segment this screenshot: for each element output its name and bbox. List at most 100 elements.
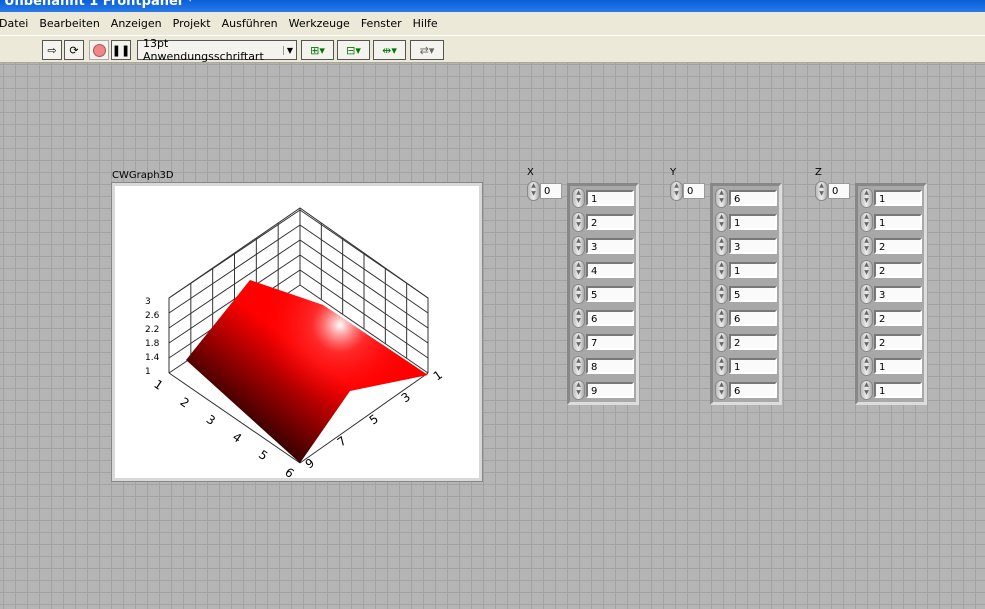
element-input[interactable]: 2 [874,310,922,326]
element-input[interactable]: 1 [874,382,922,398]
element-spinner[interactable]: ▲ ▼ [860,356,873,376]
menu-bar: Datei Bearbeiten Anzeigen Projekt Ausfüh… [0,12,985,36]
element-input[interactable]: 1 [586,190,634,206]
index-input[interactable]: 0 [683,183,705,199]
element-spinner[interactable]: ▲ ▼ [860,188,873,208]
z-tick-label: 1.4 [145,353,160,363]
run-arrow-icon[interactable]: ⇨ [42,40,62,60]
element-spinner[interactable]: ▲ ▼ [572,332,585,352]
element-input[interactable]: 2 [874,334,922,350]
element-input[interactable]: 3 [586,238,634,254]
index-spinner[interactable]: ▲ ▼ [815,181,828,201]
array-element: ▲ ▼ 1 [860,188,922,208]
element-spinner[interactable]: ▲ ▼ [572,308,585,328]
element-spinner[interactable]: ▲ ▼ [715,308,728,328]
element-input[interactable]: 5 [586,286,634,302]
element-spinner[interactable]: ▲ ▼ [860,380,873,400]
element-spinner[interactable]: ▲ ▼ [715,356,728,376]
array-index: ▲ ▼ 0 [670,181,705,201]
element-input[interactable]: 2 [874,262,922,278]
element-spinner[interactable]: ▲ ▼ [860,236,873,256]
array-element: ▲ ▼ 2 [572,212,634,232]
array-element: ▲ ▼ 1 [715,212,777,232]
element-spinner[interactable]: ▲ ▼ [860,284,873,304]
array-element: ▲ ▼ 8 [572,356,634,376]
element-input[interactable]: 6 [586,310,634,326]
element-input[interactable]: 3 [729,238,777,254]
resize-icon[interactable]: ⇹▾ [373,40,406,60]
element-input[interactable]: 2 [874,238,922,254]
array-element: ▲ ▼ 2 [860,332,922,352]
element-input[interactable]: 7 [586,334,634,350]
element-spinner[interactable]: ▲ ▼ [572,188,585,208]
menu-ausfuehren[interactable]: Ausführen [215,17,284,30]
element-input[interactable]: 1 [874,190,922,206]
element-input[interactable]: 3 [874,286,922,302]
element-spinner[interactable]: ▲ ▼ [572,356,585,376]
array-element: ▲ ▼ 1 [572,188,634,208]
array-x: ▲ ▼ 1 ▲ ▼ 2 ▲ ▼ 3 ▲ ▼ 4 ▲ ▼ 5 ▲ ▼ 6 ▲ ▼ 7 ▲ ▼ 8 ▲ ▼ 9 [567,183,639,405]
run-continuously-icon[interactable]: ⟳ [64,40,84,60]
graph-label: CWGraph3D [112,170,174,181]
element-spinner[interactable]: ▲ ▼ [860,308,873,328]
array-element: ▲ ▼ 3 [572,236,634,256]
element-spinner[interactable]: ▲ ▼ [860,332,873,352]
reorder-icon[interactable]: ⇄▾ [410,40,444,60]
index-input[interactable]: 0 [540,183,562,199]
element-spinner[interactable]: ▲ ▼ [572,236,585,256]
graph-plot: 11.41.82.22.6312345613579 [145,207,445,481]
element-spinner[interactable]: ▲ ▼ [572,380,585,400]
element-input[interactable]: 9 [586,382,634,398]
abort-icon[interactable] [89,40,109,60]
index-spinner[interactable]: ▲ ▼ [670,181,683,201]
left-axis-tick-label: 5 [256,447,270,463]
menu-werkzeuge[interactable]: Werkzeuge [282,17,356,30]
font-dropdown[interactable]: 13pt Anwendungsschriftart ▼ [137,37,297,63]
element-input[interactable]: 1 [729,262,777,278]
element-spinner[interactable]: ▲ ▼ [715,380,728,400]
element-input[interactable]: 1 [874,358,922,374]
distribute-icon[interactable]: ⊟▾ [337,40,370,60]
element-spinner[interactable]: ▲ ▼ [572,284,585,304]
element-input[interactable]: 1 [729,358,777,374]
array-index: ▲ ▼ 0 [527,181,562,201]
menu-projekt[interactable]: Projekt [166,17,217,30]
element-spinner[interactable]: ▲ ▼ [860,260,873,280]
element-spinner[interactable]: ▲ ▼ [860,212,873,232]
menu-bearbeiten[interactable]: Bearbeiten [32,17,105,30]
pause-icon[interactable]: ❚❚ [111,40,131,60]
array-label: X [527,167,534,178]
align-icon[interactable]: ⊞▾ [301,40,334,60]
right-axis-tick-label: 7 [335,434,349,450]
element-spinner[interactable]: ▲ ▼ [715,284,728,304]
element-input[interactable]: 4 [586,262,634,278]
element-spinner[interactable]: ▲ ▼ [715,236,728,256]
element-input[interactable]: 6 [729,310,777,326]
index-spinner[interactable]: ▲ ▼ [527,181,540,201]
element-spinner[interactable]: ▲ ▼ [715,260,728,280]
array-element: ▲ ▼ 4 [572,260,634,280]
element-input[interactable]: 1 [874,214,922,230]
element-input[interactable]: 1 [729,214,777,230]
font-value: 13pt Anwendungsschriftart [143,37,264,63]
menu-anzeigen[interactable]: Anzeigen [104,17,168,30]
element-spinner[interactable]: ▲ ▼ [715,212,728,232]
array-element: ▲ ▼ 6 [572,308,634,328]
element-spinner[interactable]: ▲ ▼ [572,212,585,232]
element-spinner[interactable]: ▲ ▼ [715,188,728,208]
element-spinner[interactable]: ▲ ▼ [715,332,728,352]
menu-fenster[interactable]: Fenster [354,17,408,30]
index-input[interactable]: 0 [828,183,850,199]
element-input[interactable]: 5 [729,286,777,302]
menu-hilfe[interactable]: Hilfe [406,17,444,30]
cwgraph3d[interactable]: 1 1.4 1.8 2.2 2.6 3 1 2 3 4 5 6 1 3 5 7 9 [111,182,483,482]
element-input[interactable]: 2 [586,214,634,230]
array-z: ▲ ▼ 1 ▲ ▼ 1 ▲ ▼ 2 ▲ ▼ 2 ▲ ▼ 3 ▲ ▼ 2 ▲ ▼ 2 ▲ ▼ 1 ▲ ▼ 1 [855,183,927,405]
menu-datei[interactable]: Datei [0,17,34,30]
element-spinner[interactable]: ▲ ▼ [572,260,585,280]
element-input[interactable]: 6 [729,190,777,206]
element-input[interactable]: 6 [729,382,777,398]
element-input[interactable]: 8 [586,358,634,374]
array-element: ▲ ▼ 3 [715,236,777,256]
element-input[interactable]: 2 [729,334,777,350]
